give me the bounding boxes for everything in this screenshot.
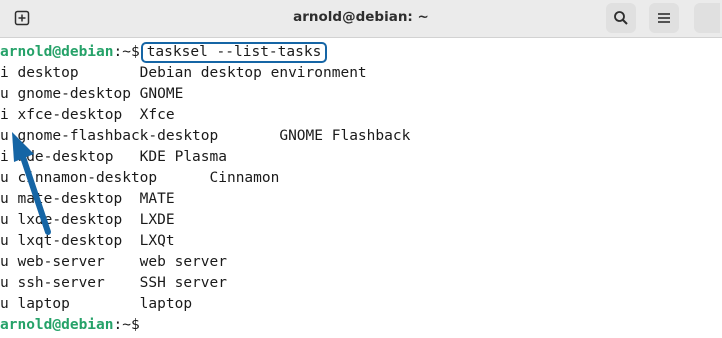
output-line: u gnome-desktop GNOME	[0, 86, 184, 102]
output-line: u laptop laptop	[0, 296, 193, 312]
terminal-output[interactable]: arnold@debian:~$ tasksel --list-tasks i d…	[0, 42, 722, 336]
close-button[interactable]	[694, 3, 720, 33]
output-line: i xfce-desktop Xfce	[0, 107, 175, 123]
output-line: i kde-desktop KDE Plasma	[0, 149, 227, 165]
title-bar: arnold@debian: ~	[0, 0, 722, 38]
output-line: u lxqt-desktop LXQt	[0, 233, 175, 249]
output-line: i desktop Debian desktop environment	[0, 65, 367, 81]
final-prompt-line: arnold@debian:~$	[0, 315, 722, 336]
output-line: u mate-desktop MATE	[0, 191, 175, 207]
output-line: u gnome-flashback-desktop GNOME Flashbac…	[0, 128, 411, 144]
prompt-path: :~$	[113, 44, 140, 60]
prompt-path: :~$	[113, 317, 149, 333]
command-line: arnold@debian:~$ tasksel --list-tasks	[0, 42, 722, 63]
output-line: u web-server web server	[0, 254, 227, 270]
command-highlight: tasksel --list-tasks	[140, 42, 328, 63]
search-icon	[614, 11, 628, 25]
output-line: u cinnamon-desktop Cinnamon	[0, 170, 280, 186]
output-line: u lxde-desktop LXDE	[0, 212, 175, 228]
menu-button[interactable]	[649, 3, 679, 33]
prompt-user: arnold@debian	[0, 44, 114, 60]
prompt-user: arnold@debian	[0, 317, 114, 333]
search-button[interactable]	[606, 3, 636, 33]
command-text: tasksel --list-tasks	[146, 44, 322, 60]
hamburger-menu-icon	[658, 13, 670, 23]
output-line: u ssh-server SSH server	[0, 275, 227, 291]
